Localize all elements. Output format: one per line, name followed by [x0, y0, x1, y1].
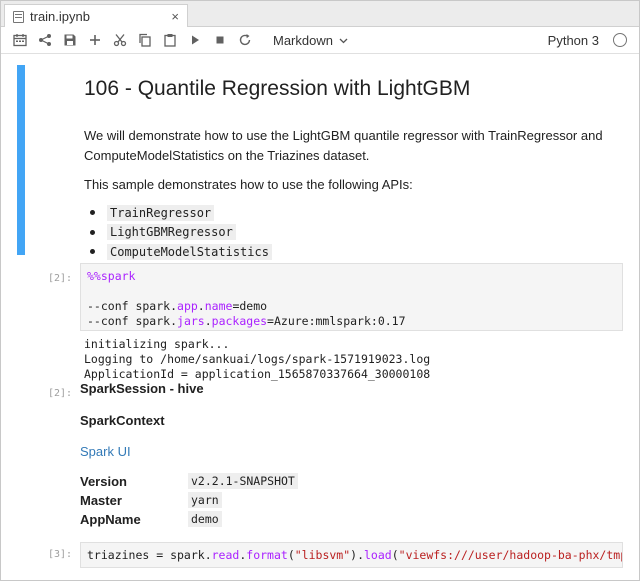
- code-token: --conf spark.: [87, 299, 178, 313]
- play-icon[interactable]: [182, 29, 207, 51]
- api-name: TrainRegressor: [107, 204, 215, 221]
- cell-prompt: [3]:: [48, 549, 73, 560]
- spark-context-heading: SparkContext: [80, 413, 165, 428]
- notebook-toolbar: Markdown Python 3: [1, 27, 639, 54]
- api-list: TrainRegressor LightGBMRegressor Compute…: [90, 203, 272, 262]
- bullet: [90, 249, 95, 255]
- code-token: app: [177, 299, 198, 313]
- output-line: initializing spark...: [84, 337, 230, 351]
- code-token: read: [211, 548, 240, 562]
- close-icon[interactable]: ×: [171, 10, 179, 23]
- code-line: %%spark: [87, 269, 616, 284]
- paste-icon[interactable]: [157, 29, 182, 51]
- calendar-icon[interactable]: [7, 29, 32, 51]
- code-token: "libsvm": [294, 548, 351, 562]
- code-token: packages: [211, 314, 268, 328]
- code-token: (: [287, 548, 295, 562]
- version-label: Version: [80, 474, 127, 489]
- stop-icon[interactable]: [207, 29, 232, 51]
- bullet: [90, 229, 95, 235]
- kernel-status-icon: [613, 33, 627, 47]
- code-token: (: [391, 548, 399, 562]
- save-icon[interactable]: [57, 29, 82, 51]
- code-token: format: [246, 548, 288, 562]
- kernel-name[interactable]: Python 3: [548, 33, 599, 48]
- share-icon[interactable]: [32, 29, 57, 51]
- master-label: Master: [80, 493, 122, 508]
- active-cell-indicator: [17, 65, 25, 255]
- list-item: ComputeModelStatistics: [90, 242, 272, 262]
- code-token: =demo: [232, 299, 268, 313]
- code-token: =Azure:mmlspark:0.17: [267, 314, 406, 328]
- code-line: --conf spark.jars.packages=Azure:mmlspar…: [87, 314, 616, 329]
- code-cell-editor[interactable]: triazines = spark.read.format("libsvm").…: [80, 542, 623, 568]
- markdown-cell[interactable]: 106 - Quantile Regression with LightGBM …: [17, 65, 623, 260]
- api-name: LightGBMRegressor: [107, 224, 236, 241]
- tab-title: train.ipynb: [30, 9, 90, 24]
- code-token: ).: [350, 548, 364, 562]
- version-value: v2.2.1-SNAPSHOT: [188, 473, 298, 489]
- intro-paragraph: We will demonstrate how to use the Light…: [84, 128, 603, 163]
- tab-train-notebook[interactable]: train.ipynb ×: [4, 4, 188, 28]
- plus-icon[interactable]: [82, 29, 107, 51]
- master-value: yarn: [188, 492, 222, 508]
- cell-prompt: [2]:: [48, 273, 73, 284]
- output-prompt: [2]:: [48, 388, 73, 399]
- output-line: ApplicationId = application_156587033766…: [84, 367, 431, 381]
- stdout-output: initializing spark... Logging to /home/s…: [84, 337, 624, 382]
- bullet: [90, 210, 95, 216]
- code-line: triazines = spark.read.format("libsvm").…: [87, 548, 622, 563]
- list-item: TrainRegressor: [90, 203, 272, 223]
- refresh-icon[interactable]: [232, 29, 257, 51]
- notebook-file-icon: [13, 10, 24, 23]
- code-token: triazines = spark.: [87, 548, 212, 562]
- spark-session-heading: SparkSession - hive: [80, 381, 204, 396]
- cell-type-dropdown[interactable]: Markdown: [273, 33, 348, 48]
- notebook-window: train.ipynb × Markdown Python 3 106 - Qu…: [0, 0, 640, 581]
- scissors-icon[interactable]: [107, 29, 132, 51]
- code-token: jars: [177, 314, 205, 328]
- list-item: LightGBMRegressor: [90, 223, 272, 243]
- cell-type-label: Markdown: [273, 32, 333, 48]
- code-line: --conf spark.app.name=demo: [87, 299, 616, 314]
- code-token: .: [197, 299, 205, 313]
- appname-value: demo: [188, 511, 222, 527]
- code-token: "viewfs:///user/hadoop-ba-phx/tmp/tr: [398, 548, 623, 562]
- code-token: load: [364, 548, 392, 562]
- notebook-panel[interactable]: 106 - Quantile Regression with LightGBM …: [1, 55, 639, 580]
- code-cell-editor[interactable]: %%spark --conf spark.app.name=demo --con…: [80, 263, 623, 331]
- cell-magic: %%spark: [87, 269, 136, 283]
- apis-paragraph: This sample demonstrates how to use the …: [84, 177, 413, 192]
- output-line: Logging to /home/sankuai/logs/spark-1571…: [84, 352, 431, 366]
- code-token: name: [204, 299, 233, 313]
- copy-icon[interactable]: [132, 29, 157, 51]
- appname-label: AppName: [80, 512, 141, 527]
- spark-ui-link[interactable]: Spark UI: [80, 444, 131, 459]
- tab-bar: train.ipynb ×: [1, 1, 639, 28]
- code-token: .: [204, 314, 212, 328]
- notebook-title: 106 - Quantile Regression with LightGBM: [84, 77, 471, 100]
- chevron-down-icon: [339, 38, 348, 43]
- code-token: --conf spark.: [87, 314, 178, 328]
- api-name: ComputeModelStatistics: [107, 243, 272, 260]
